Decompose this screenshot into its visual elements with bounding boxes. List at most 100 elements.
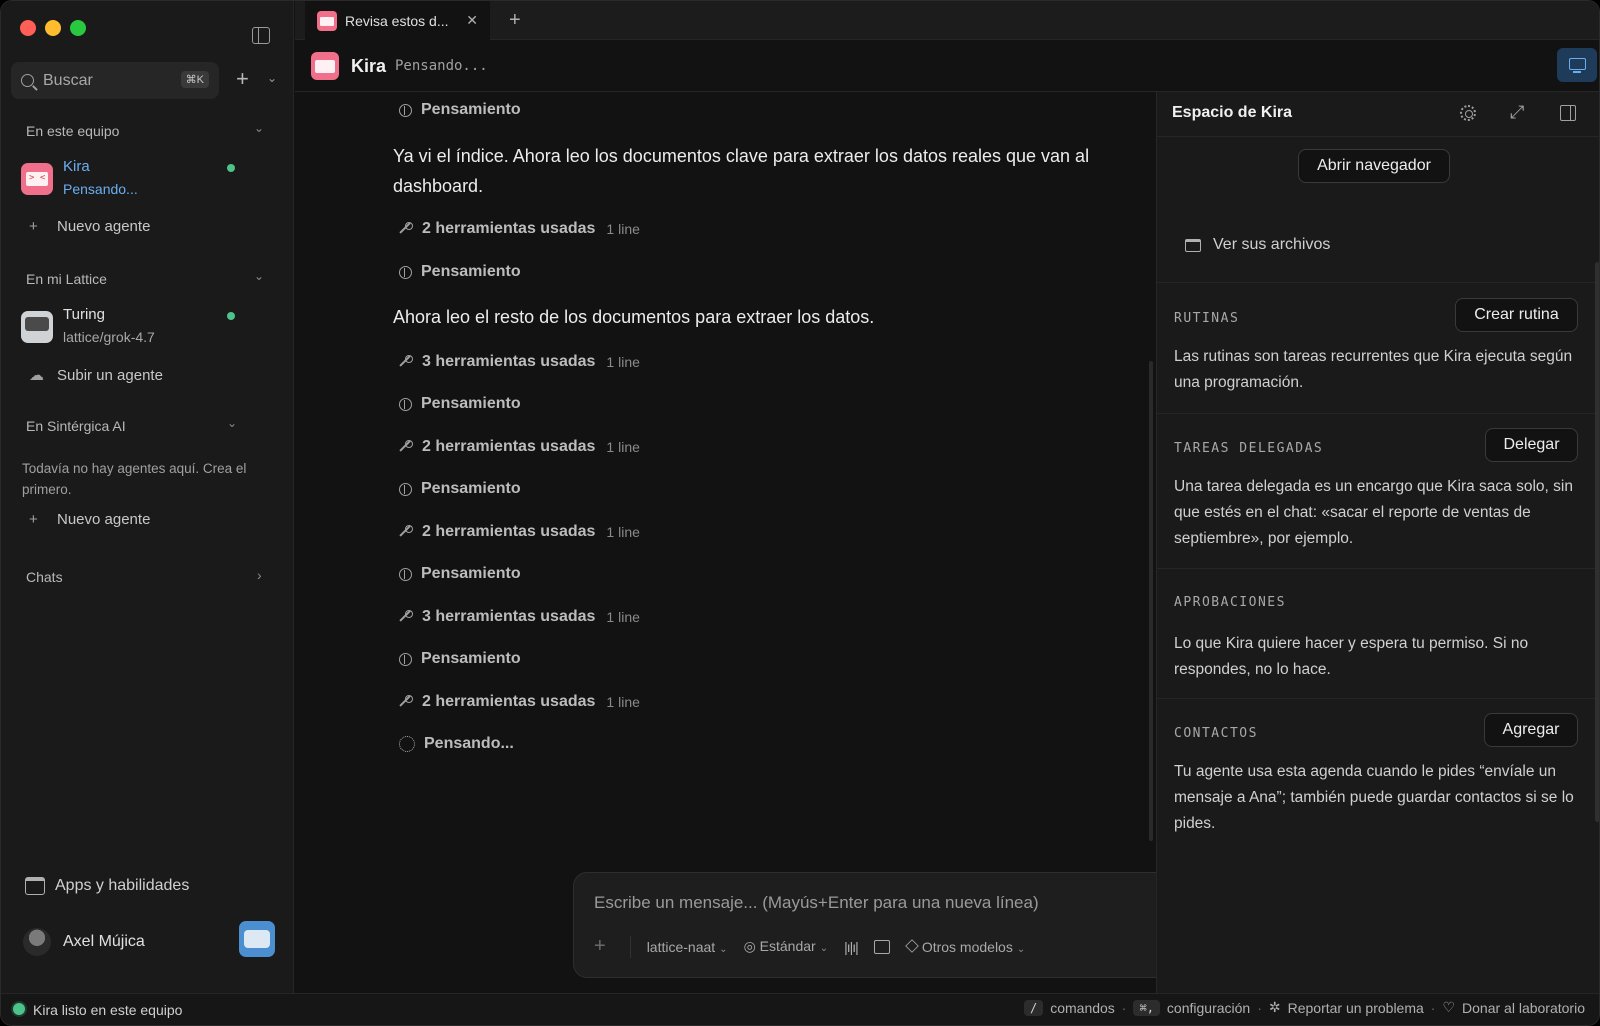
tools-used-step[interactable]: 3 herramientas usadas 1 line — [399, 353, 640, 371]
chat-header: Kira Pensando... — [295, 40, 1599, 92]
wrench-icon — [399, 355, 413, 369]
window-controls — [20, 20, 86, 36]
sidebar-agent-turing[interactable]: Turing lattice/grok-4.7 — [21, 306, 241, 354]
kira-tab-icon — [317, 10, 337, 31]
chevron-down-icon[interactable]: ⌄ — [254, 269, 264, 283]
close-tab-icon[interactable]: ✕ — [466, 12, 478, 29]
thinking-step[interactable]: Pensamiento — [399, 263, 521, 281]
tab-title: Revisa estos d... — [345, 12, 449, 29]
tools-used-step[interactable]: 2 herramientas usadas 1 line — [399, 438, 640, 456]
tools-used-step[interactable]: 2 herramientas usadas 1 line — [399, 693, 640, 711]
message-input[interactable]: Escribe un mensaje... (Mayús+Enter para … — [594, 893, 1039, 913]
section-header-sintergica[interactable]: En Sintérgica AI — [26, 418, 126, 434]
thinking-step[interactable]: Pensamiento — [399, 480, 521, 498]
panel-header: Espacio de Kira ⤢ — [1157, 92, 1599, 137]
online-indicator — [227, 312, 235, 320]
delegate-button[interactable]: Delegar — [1485, 428, 1578, 462]
section-header-team[interactable]: En este equipo — [26, 123, 119, 139]
avatar — [23, 928, 51, 956]
folder-icon — [1185, 238, 1201, 252]
status-bar: Kira listo en este equipo / comandos · ⌘… — [1, 993, 1599, 1025]
tools-used-step[interactable]: 2 herramientas usadas 1 line — [399, 220, 640, 238]
maximize-window-button[interactable] — [70, 20, 86, 36]
upload-agent-button[interactable]: ☁ Subir un agente — [29, 366, 163, 384]
other-models-select[interactable]: Otros modelos ⌄ — [905, 938, 1026, 955]
donate-link[interactable]: Donar al laboratorio — [1462, 1000, 1585, 1016]
commands-link[interactable]: comandos — [1050, 1000, 1115, 1016]
tools-used-step[interactable]: 2 herramientas usadas 1 line — [399, 523, 640, 541]
thinking-step[interactable]: Pensamiento — [399, 650, 521, 668]
wrench-icon — [399, 610, 413, 624]
chevron-down-icon[interactable]: ⌄ — [254, 121, 264, 135]
sidebar-agent-kira[interactable]: Kira Pensando... — [21, 158, 241, 206]
chevron-down-icon[interactable]: ⌄ — [227, 416, 237, 430]
monitor-icon[interactable] — [1557, 48, 1597, 82]
new-agent-button[interactable]: + Nuevo agente — [29, 218, 150, 235]
layers-icon — [905, 938, 919, 953]
expand-icon[interactable]: ⤢ — [1510, 102, 1524, 123]
agent-name: Turing — [63, 306, 105, 323]
voice-waveform-icon[interactable]: |ı|ı| — [844, 939, 859, 955]
chevron-down-icon: ⌄ — [819, 943, 829, 954]
panel-toggle-icon[interactable] — [1560, 105, 1576, 121]
chevron-right-icon[interactable]: › — [257, 567, 262, 583]
section-label: APROBACIONES — [1174, 595, 1286, 610]
team-badge-icon[interactable] — [239, 921, 275, 957]
thinking-step[interactable]: Pensamiento — [399, 395, 521, 413]
tools-used-step[interactable]: 3 herramientas usadas 1 line — [399, 608, 640, 626]
search-shortcut: ⌘K — [180, 71, 209, 88]
panel-scrollbar[interactable] — [1595, 262, 1599, 822]
new-tab-plus-icon[interactable]: + — [509, 9, 521, 32]
routines-section: RUTINAS Crear rutina Las rutinas son tar… — [1157, 282, 1599, 412]
tab-active[interactable]: Revisa estos d... ✕ — [305, 1, 490, 40]
settings-link[interactable]: configuración — [1167, 1000, 1250, 1016]
tab-bar: Revisa estos d... ✕ + — [295, 1, 1599, 40]
section-label: RUTINAS — [1174, 311, 1240, 326]
image-upload-icon[interactable] — [873, 939, 890, 954]
close-window-button[interactable] — [20, 20, 36, 36]
new-item-chevron-down-icon[interactable]: ⌄ — [267, 71, 277, 85]
minimize-window-button[interactable] — [45, 20, 61, 36]
assistant-message: Ya vi el índice. Ahora leo los documento… — [393, 146, 1090, 196]
cloud-upload-icon: ☁ — [29, 367, 44, 384]
section-label: TAREAS DELEGADAS — [1174, 441, 1324, 456]
model-select[interactable]: lattice-naat ⌄ — [647, 939, 728, 955]
slash-key: / — [1023, 999, 1044, 1016]
thinking-step[interactable]: Pensamiento — [399, 101, 521, 119]
search-input[interactable]: Buscar ⌘K — [11, 62, 219, 99]
mode-select[interactable]: ◎ Estándar ⌄ — [744, 938, 829, 955]
add-contact-button[interactable]: Agregar — [1484, 713, 1578, 747]
brain-icon: ◎ — [743, 938, 760, 954]
gear-icon[interactable] — [1460, 105, 1476, 121]
kira-avatar — [21, 163, 53, 195]
brain-icon — [399, 103, 412, 117]
chat-agent-name: Kira — [351, 56, 387, 76]
view-files-link[interactable]: Ver sus archivos — [1185, 236, 1330, 254]
contacts-section: CONTACTOS Agregar Tu agente usa esta age… — [1157, 698, 1599, 848]
chat-scrollbar[interactable] — [1149, 361, 1153, 841]
section-header-chats[interactable]: Chats — [26, 569, 63, 585]
section-header-lattice[interactable]: En mi Lattice — [26, 271, 107, 287]
user-profile[interactable]: Axel Mújica — [23, 928, 145, 956]
attach-plus-icon[interactable]: + — [594, 935, 606, 958]
chevron-down-icon: ⌄ — [719, 943, 728, 955]
report-problem-link[interactable]: Reportar un problema — [1288, 1000, 1424, 1016]
brain-icon — [399, 265, 412, 279]
new-item-plus-icon[interactable]: + — [236, 68, 249, 90]
app-window: Buscar ⌘K + ⌄ En este equipo ⌄ Kira Pens… — [0, 0, 1600, 1026]
sidebar-toggle-icon[interactable] — [252, 27, 270, 44]
separator: · — [1257, 999, 1262, 1016]
agent-status: lattice/grok-4.7 — [63, 329, 155, 345]
search-icon — [21, 74, 34, 87]
brain-icon — [399, 567, 412, 581]
create-routine-button[interactable]: Crear rutina — [1455, 298, 1578, 332]
thinking-step[interactable]: Pensamiento — [399, 565, 521, 583]
wrench-icon — [399, 440, 413, 454]
brain-icon — [399, 652, 412, 666]
chevron-down-icon: ⌄ — [1016, 943, 1026, 955]
apps-and-skills-button[interactable]: Apps y habilidades — [25, 877, 189, 895]
pending-thinking: Pensando... — [399, 735, 514, 753]
bug-icon: ✲ — [1268, 999, 1281, 1015]
open-browser-button[interactable]: Abrir navegador — [1298, 149, 1450, 183]
new-agent-button[interactable]: + Nuevo agente — [29, 511, 150, 528]
